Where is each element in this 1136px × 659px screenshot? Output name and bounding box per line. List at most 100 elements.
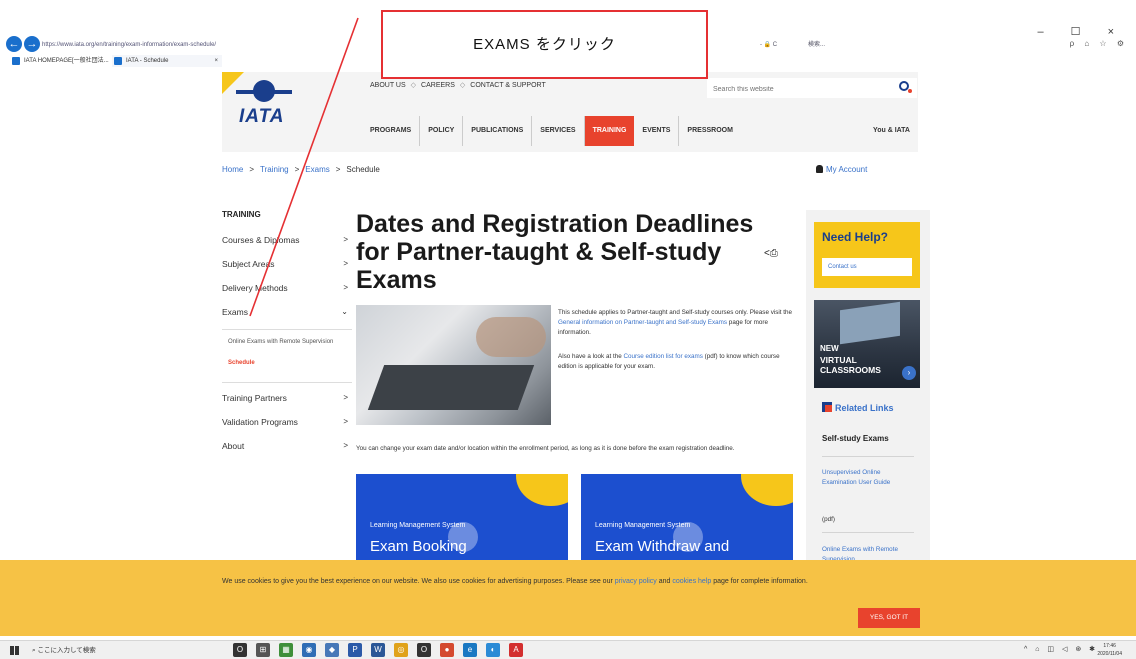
sidebar-item-label: Exams (222, 307, 248, 317)
hero-image-laptop (356, 305, 551, 425)
browser-search-box[interactable]: 検索... (808, 38, 825, 52)
chevron-right-icon: > (343, 283, 348, 292)
browser-toolbar-icons[interactable]: ρ ⌂ ☆ ⚙ (1070, 39, 1128, 48)
top-link-separator: ◇ (410, 82, 417, 89)
taskbar-app-icon[interactable]: O (417, 643, 431, 657)
system-tray[interactable]: ^ ⌂ ◫ ◁ ⊛ ✱ (1024, 645, 1098, 653)
tab-iata-homepage[interactable]: IATA HOMEPAGE[一般社団法... (10, 55, 109, 67)
taskbar-clock[interactable]: 17:46 2020/11/04 (1097, 642, 1122, 658)
sidebar-item-delivery-methods[interactable]: Delivery Methods > (222, 281, 352, 305)
nav-events[interactable]: EVENTS (634, 116, 680, 146)
nav-publications[interactable]: PUBLICATIONS (463, 116, 533, 146)
breadcrumb-separator: > (249, 165, 255, 174)
breadcrumb-exams[interactable]: Exams (305, 165, 329, 174)
accept-cookies-button[interactable]: YES, GOT IT (858, 608, 920, 628)
taskbar-app-icon[interactable]: ▦ (279, 643, 293, 657)
user-guide-link[interactable]: Unsupervised Online Examination User Gui… (822, 468, 914, 488)
cookie-banner: We use cookies to give you the best expe… (0, 560, 1136, 636)
taskbar-app-icon[interactable]: ◆ (325, 643, 339, 657)
annotation-text: EXAMS をクリック (473, 36, 616, 53)
my-account-link[interactable]: My Account (816, 165, 867, 174)
chevron-right-icon: > (343, 417, 348, 426)
address-bar-controls[interactable]: - 🔒 C (760, 38, 777, 52)
sidebar-item-label: Subject Areas (222, 259, 275, 269)
course-edition-paragraph: Also have a look at the Course edition l… (558, 352, 793, 372)
taskbar-search-label: ここに入力して検索 (37, 647, 96, 654)
hero-hand (476, 317, 546, 357)
taskbar-app-icon[interactable]: ◎ (394, 643, 408, 657)
search-icon[interactable] (899, 81, 912, 93)
card-title: Exam Booking (370, 538, 467, 555)
windows-start-icon[interactable] (10, 646, 19, 655)
sidebar-item-label: About (222, 441, 245, 451)
cookies-help-link[interactable]: cookies help (672, 578, 711, 585)
nav-policy[interactable]: POLICY (420, 116, 464, 146)
divider (822, 456, 914, 457)
nav-programs[interactable]: PROGRAMS (362, 116, 421, 146)
exam-withdraw-card[interactable]: Learning Management System Exam Withdraw… (581, 474, 793, 574)
general-info-link[interactable]: General information on Partner-taught an… (558, 319, 727, 326)
sidebar-item-exams[interactable]: Exams ⌄ (222, 305, 352, 329)
sidebar-item-subject-areas[interactable]: Subject Areas > (222, 257, 352, 281)
taskbar-app-icon[interactable]: W (371, 643, 385, 657)
nav-services[interactable]: SERVICES (532, 116, 585, 146)
vc-new-label: NEW (820, 344, 839, 353)
tab-iata-schedule[interactable]: IATA - Schedule × (112, 55, 222, 67)
taskbar-app-icon[interactable]: ◉ (302, 643, 316, 657)
cookie-text: We use cookies to give you the best expe… (222, 576, 872, 587)
breadcrumb-home[interactable]: Home (222, 165, 243, 174)
forward-button[interactable]: → (24, 36, 40, 52)
sidebar-item-label: Delivery Methods (222, 283, 288, 293)
top-link-about-us[interactable]: ABOUT US (370, 82, 406, 89)
sidebar: TRAINING Courses & Diplomas > Subject Are… (222, 210, 352, 463)
back-button[interactable]: ← (6, 36, 22, 52)
sidebar-title: TRAINING (222, 210, 261, 219)
user-icon (816, 165, 823, 173)
top-link-careers[interactable]: CAREERS (421, 82, 455, 89)
intro-paragraph: This schedule applies to Partner-taught … (558, 308, 793, 338)
sidebar-item-courses-diplomas[interactable]: Courses & Diplomas > (222, 233, 352, 257)
sidebar-subitem-online-exams[interactable]: Online Exams with Remote Supervision (222, 338, 352, 347)
site-search-input[interactable] (707, 79, 877, 100)
taskbar-app-icon[interactable]: e (463, 643, 477, 657)
top-link-contact-support[interactable]: CONTACT & SUPPORT (470, 82, 545, 89)
taskbar-app-icon[interactable]: O (233, 643, 247, 657)
windows-taskbar: ⌕ ここに入力して検索 O ⊞ ▦ ◉ ◆ P W ◎ O ● e ◐ A ^ ⌂ ◫ ◁ ⊛ ✱ 17… (0, 640, 1136, 659)
breadcrumb-separator: > (294, 165, 300, 174)
taskbar-app-icon[interactable]: P (348, 643, 362, 657)
exam-booking-card[interactable]: Learning Management System Exam Booking (356, 474, 568, 574)
privacy-policy-link[interactable]: privacy policy (615, 578, 657, 585)
taskbar-app-icon[interactable]: ⊞ (256, 643, 270, 657)
nav-pressroom[interactable]: PRESSROOM (679, 116, 741, 146)
breadcrumb-training[interactable]: Training (260, 165, 289, 174)
window-controls[interactable]: – ☐ × (1037, 25, 1126, 38)
taskbar-app-icon[interactable]: ◐ (486, 643, 500, 657)
cookie-text-b: and (656, 578, 673, 585)
sidebar-subitem-schedule[interactable]: Schedule (222, 359, 352, 368)
chevron-right-icon: > (343, 393, 348, 402)
sidebar-submenu-exams: Online Exams with Remote Supervision Sch… (222, 329, 352, 383)
sidebar-item-validation-programs[interactable]: Validation Programs > (222, 415, 352, 439)
virtual-classrooms-banner[interactable]: NEW VIRTUAL CLASSROOMS › (814, 300, 920, 388)
taskbar-app-icon[interactable]: ● (440, 643, 454, 657)
nav-training[interactable]: TRAINING (584, 116, 635, 146)
share-print-icon[interactable]: <⎙ (764, 248, 778, 259)
sidebar-item-training-partners[interactable]: Training Partners > (222, 391, 352, 415)
course-edition-link[interactable]: Course edition list for exams (623, 353, 702, 360)
tab-close-icon[interactable]: × (214, 55, 218, 67)
my-account-label: My Account (826, 165, 868, 174)
nav-you-and-iata[interactable]: You & IATA (873, 127, 910, 134)
change-date-paragraph: You can change your exam date and/or loc… (356, 445, 735, 452)
chevron-right-icon: > (343, 441, 348, 450)
taskbar-app-icon[interactable]: A (509, 643, 523, 657)
arrow-right-icon[interactable]: › (902, 366, 916, 380)
top-links: ABOUT US ◇ CAREERS ◇ CONTACT & SUPPORT (370, 81, 546, 89)
contact-us-button[interactable]: Contact us (822, 258, 912, 276)
taskbar-search[interactable]: ⌕ ここに入力して検索 (32, 644, 96, 657)
address-bar[interactable]: https://www.iata.org/en/training/exam-in… (42, 38, 382, 52)
breadcrumb: Home > Training > Exams > Schedule (222, 165, 380, 174)
iata-logo[interactable]: IATA (239, 106, 285, 128)
main-nav: PROGRAMS POLICY PUBLICATIONS SERVICES TR… (362, 116, 741, 146)
related-links-icon (822, 402, 832, 412)
sidebar-item-about[interactable]: About > (222, 439, 352, 463)
